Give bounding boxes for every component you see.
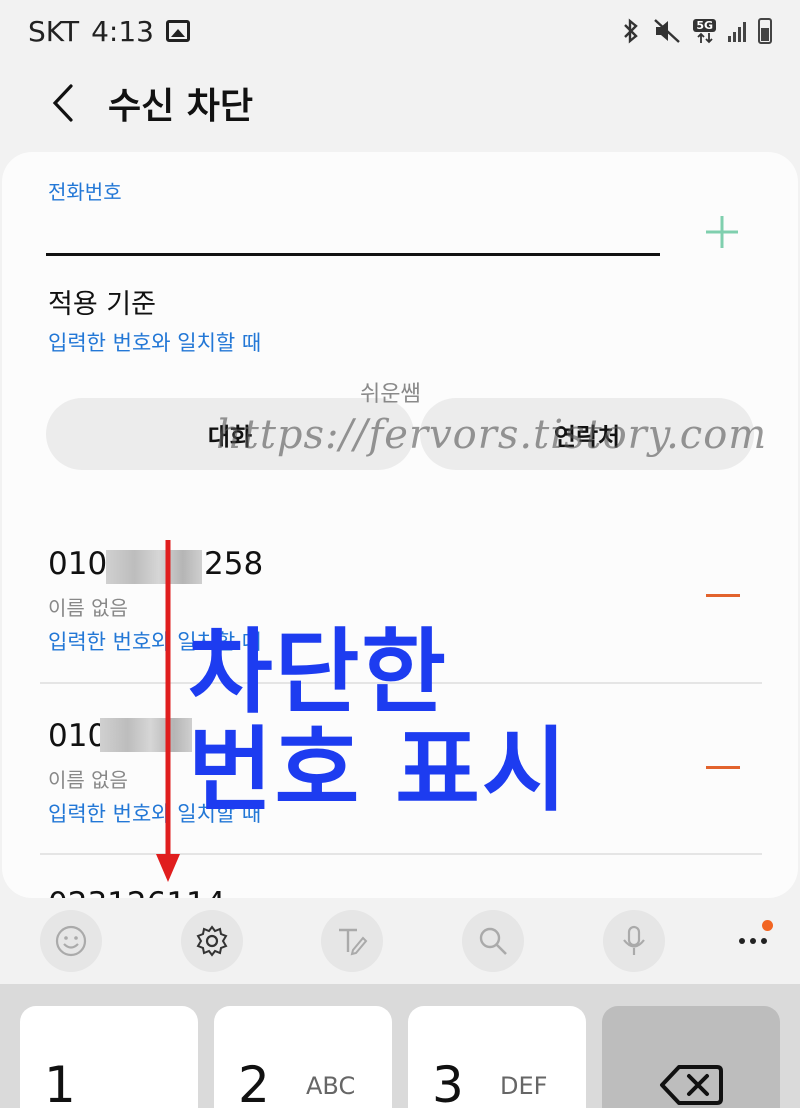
- back-button[interactable]: [34, 73, 94, 133]
- status-bar: SKT 4:13 5G: [0, 0, 800, 62]
- key-2[interactable]: 2 ABC: [214, 1006, 392, 1108]
- backspace-key[interactable]: [602, 1006, 780, 1108]
- backspace-icon: [660, 1065, 723, 1105]
- key-1[interactable]: 1: [20, 1006, 198, 1108]
- network-5g-icon: 5G: [693, 18, 716, 44]
- blocked-number-prefix: 010: [48, 718, 108, 754]
- remove-number-button[interactable]: [704, 581, 742, 611]
- app-header: 수신 차단: [0, 62, 800, 144]
- emoji-icon: [55, 925, 87, 957]
- emoji-button[interactable]: [40, 910, 102, 972]
- carrier-label: SKT: [28, 14, 80, 48]
- more-icon: [739, 938, 767, 944]
- contact-name: 이름 없음: [48, 596, 128, 620]
- contact-name: 이름 없음: [48, 768, 128, 792]
- remove-number-button[interactable]: [704, 753, 742, 783]
- phone-number-input[interactable]: [46, 206, 660, 256]
- key-digit: 2: [238, 1056, 270, 1108]
- search-button[interactable]: [462, 910, 524, 972]
- numeric-keypad: 1 2 ABC 3 DEF: [0, 984, 800, 1108]
- criteria-value[interactable]: 입력한 번호와 일치할 때: [48, 327, 261, 357]
- blocked-number-suffix: 258: [204, 546, 264, 582]
- plus-icon: [706, 216, 738, 248]
- blocked-number-row: 023126114: [2, 874, 798, 898]
- handwriting-button[interactable]: [321, 910, 383, 972]
- handwriting-icon: [339, 928, 368, 956]
- network-5g-badge: 5G: [693, 18, 716, 32]
- key-digit: 1: [44, 1056, 76, 1108]
- battery-icon: [758, 18, 772, 44]
- clock-time: 4:13: [91, 14, 154, 48]
- keyboard-toolbar: [0, 898, 800, 984]
- mute-icon: [654, 19, 681, 43]
- blocked-number-prefix: 010: [48, 546, 108, 582]
- bluetooth-icon: [624, 18, 639, 44]
- add-number-button[interactable]: [700, 210, 744, 254]
- watermark-url: https://fervors.tistory.com: [216, 412, 768, 458]
- search-icon: [479, 927, 507, 955]
- watermark-name: 쉬운쌤: [360, 382, 421, 407]
- phone-number-label: 전화번호: [48, 180, 122, 204]
- key-digit: 3: [432, 1056, 464, 1108]
- settings-button[interactable]: [181, 910, 243, 972]
- notification-dot: [762, 920, 773, 931]
- key-3[interactable]: 3 DEF: [408, 1006, 586, 1108]
- chevron-left-icon: [52, 84, 73, 122]
- settings-icon: [196, 925, 228, 957]
- gallery-icon: [165, 20, 190, 42]
- voice-input-button[interactable]: [603, 910, 665, 972]
- key-letters: DEF: [500, 1072, 548, 1100]
- microphone-icon: [623, 925, 645, 955]
- annotation-text-line2: 번호 표시: [188, 717, 569, 824]
- key-letters: ABC: [306, 1072, 356, 1100]
- page-title: 수신 차단: [108, 86, 254, 127]
- criteria-title[interactable]: 적용 기준: [48, 282, 156, 321]
- signal-icon: [728, 20, 746, 42]
- status-right: 5G: [621, 18, 772, 44]
- status-left: SKT 4:13: [28, 15, 190, 48]
